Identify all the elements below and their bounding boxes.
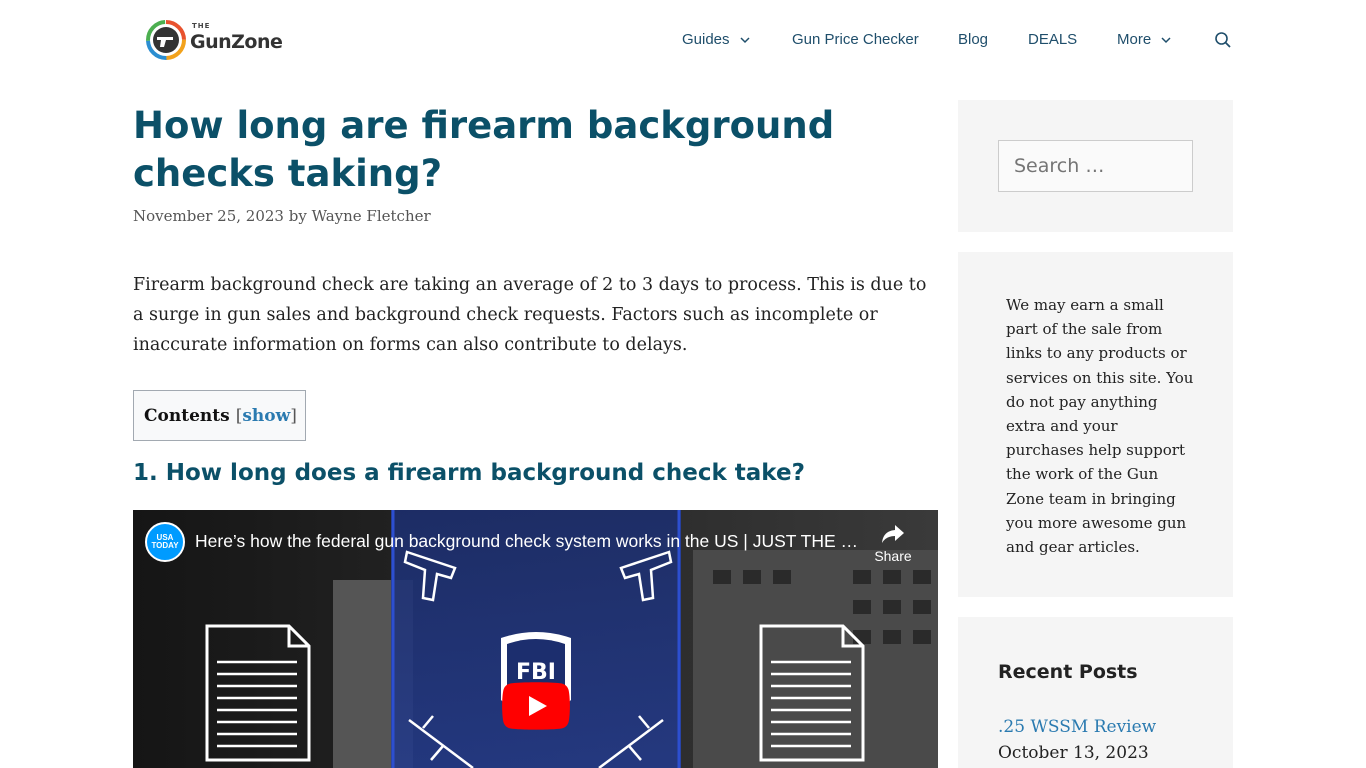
search-icon[interactable] [1214, 31, 1232, 49]
nav-label: More [1117, 31, 1152, 48]
chevron-down-icon [1161, 36, 1171, 43]
search-widget [958, 100, 1233, 232]
post-by: by [288, 207, 307, 225]
nav-label: Blog [958, 31, 989, 48]
nav-label: Guides [682, 31, 730, 48]
logo-name: GunZone [190, 31, 283, 53]
post-meta: November 25, 2023 by Wayne Fletcher [133, 207, 431, 225]
section-heading: 1. How long does a firearm background ch… [133, 460, 805, 486]
channel-logo[interactable]: USA TODAY [145, 522, 185, 562]
toc-close-bracket: ] [290, 405, 297, 426]
logo-wordmark: THE GunZone [190, 22, 283, 53]
logo-small-text: THE [192, 22, 211, 30]
gunzone-logo-icon [146, 20, 186, 60]
site-header: THE GunZone Guides Gun Price Checker Blo… [0, 0, 1366, 80]
article-title: How long are firearm background checks t… [133, 104, 835, 195]
video-title[interactable]: Here’s how the federal gun background ch… [195, 531, 865, 552]
chevron-down-icon [740, 36, 750, 43]
site-logo[interactable]: THE GunZone [146, 18, 286, 62]
nav-label: DEALS [1028, 31, 1078, 48]
affiliate-disclosure-widget: We may earn a small part of the sale fro… [958, 252, 1233, 597]
share-label: Share [874, 548, 912, 564]
youtube-embed[interactable]: USA TODAY Here’s how the federal gun bac… [133, 510, 938, 768]
toc-bracket: [show] [236, 406, 297, 426]
nav-guides[interactable]: Guides [682, 31, 750, 48]
table-of-contents: Contents [show] [133, 390, 306, 441]
post-date[interactable]: November 25, 2023 [133, 207, 284, 225]
nav-blog[interactable]: Blog [958, 31, 988, 48]
toc-show-toggle[interactable]: show [242, 406, 290, 426]
recent-post-date: October 13, 2023 [998, 743, 1149, 763]
nav-label: Gun Price Checker [792, 31, 919, 48]
play-icon[interactable] [502, 682, 570, 730]
post-author[interactable]: Wayne Fletcher [312, 207, 431, 225]
article-intro: Firearm background check are taking an a… [133, 275, 927, 355]
recent-posts-widget: Recent Posts .25 WSSM Review October 13,… [958, 617, 1233, 768]
nav-gun-price-checker[interactable]: Gun Price Checker [792, 31, 919, 48]
recent-post-link[interactable]: .25 WSSM Review [998, 717, 1156, 737]
nav-deals[interactable]: DEALS [1028, 31, 1077, 48]
share-icon [882, 525, 904, 543]
nav-more[interactable]: More [1117, 31, 1171, 48]
affiliate-disclosure-text: We may earn a small part of the sale fro… [1006, 296, 1194, 557]
share-button[interactable]: Share [871, 524, 915, 564]
recent-posts-heading: Recent Posts [998, 661, 1138, 683]
search-input[interactable] [998, 140, 1193, 192]
toc-title: Contents [144, 405, 230, 426]
